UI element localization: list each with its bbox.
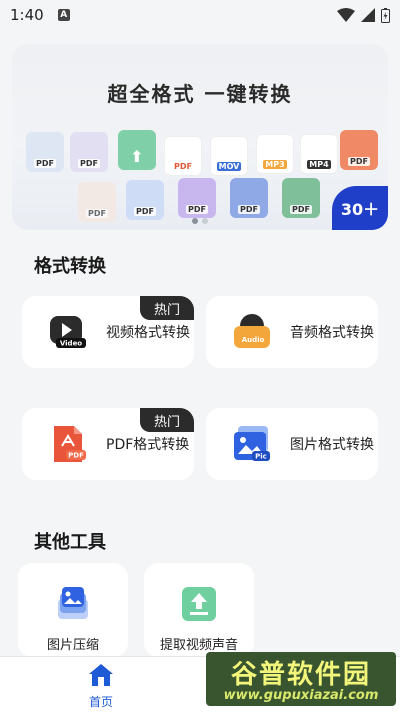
tab-home[interactable]: 首页: [76, 663, 126, 710]
mov-format-icon: MOV: [210, 136, 248, 176]
compress-icon: [54, 585, 92, 627]
svg-text:Pic: Pic: [255, 453, 267, 461]
section-title-tools: 其他工具: [34, 532, 106, 553]
pdf-icon: PDF: [48, 424, 88, 464]
pdf-excel-format-icon: PDF: [282, 178, 320, 218]
svg-text:Video: Video: [60, 340, 82, 348]
carousel-dot: [202, 218, 208, 224]
image-convert-label: 图片格式转换: [290, 437, 374, 453]
video-convert-card[interactable]: Video 视频格式转换 热门: [22, 296, 194, 368]
watermark-url: www.gupuxiazai.com: [223, 688, 379, 703]
svg-text:PDF: PDF: [68, 452, 84, 460]
banner-title: 超全格式 一键转换: [107, 82, 293, 106]
battery-icon: [381, 7, 390, 23]
video-icon: Video: [48, 312, 88, 352]
extract-audio-tool[interactable]: 提取视频声音: [144, 563, 254, 657]
clock: 1:40: [10, 6, 44, 24]
pdf-red-format-icon: PDF: [340, 130, 378, 170]
tab-home-label: 首页: [88, 695, 113, 709]
watermark-brand: 谷普软件园: [230, 660, 371, 690]
pdf-doc-format-icon: PDF: [164, 136, 202, 176]
carousel-dot: [192, 218, 198, 224]
signal-icon: [361, 8, 375, 22]
pdf-format-icon: PDF: [26, 132, 64, 172]
image-compress-label: 图片压缩: [46, 638, 99, 653]
audio-convert-label: 音频格式转换: [290, 325, 374, 341]
hot-badge: 热门: [140, 408, 194, 432]
image-compress-tool[interactable]: 图片压缩: [18, 563, 128, 657]
pdf-purple-format-icon: PDF: [178, 178, 216, 218]
pdf-word-format-icon: PDF: [230, 178, 268, 218]
pdf-image-format-icon: PDF: [70, 132, 108, 172]
extract-audio-icon: [180, 585, 218, 627]
home-icon: [89, 664, 113, 686]
notification-icon: A: [57, 9, 70, 21]
status-icons: [337, 7, 390, 23]
extract-audio-label: 提取视频声音: [159, 638, 238, 653]
watermark: 谷普软件园 www.gupuxiazai.com: [206, 652, 396, 706]
svg-text:Audio: Audio: [242, 336, 265, 344]
pdf-blue-format-icon: PDF: [126, 180, 164, 220]
pdf-convert-card[interactable]: PDF PDF格式转换 热门: [22, 408, 194, 480]
mp3-format-icon: MP3: [256, 134, 294, 174]
hot-badge: 热门: [140, 296, 194, 320]
audio-icon: Audio: [232, 312, 272, 352]
image-convert-card[interactable]: Pic 图片格式转换: [206, 408, 378, 480]
video-convert-label: 视频格式转换: [106, 325, 190, 341]
status-bar: 1:40 A: [0, 0, 400, 30]
more-formats-badge: 30＋: [332, 186, 388, 230]
mp4-format-icon: MP4: [300, 134, 338, 174]
section-title-convert: 格式转换: [34, 256, 106, 277]
audio-convert-card[interactable]: Audio 音频格式转换: [206, 296, 378, 368]
promo-banner[interactable]: 超全格式 一键转换 PDF PDF ⬆ PDF MOV MP3 MP4 PDF …: [12, 44, 388, 230]
carousel-indicator: [192, 218, 208, 224]
pdf-convert-label: PDF格式转换: [106, 437, 190, 453]
upload-format-icon: ⬆: [118, 130, 156, 170]
wifi-icon: [337, 8, 355, 22]
picture-icon: Pic: [232, 424, 272, 464]
pdf-faded-format-icon: PDF: [78, 182, 116, 222]
